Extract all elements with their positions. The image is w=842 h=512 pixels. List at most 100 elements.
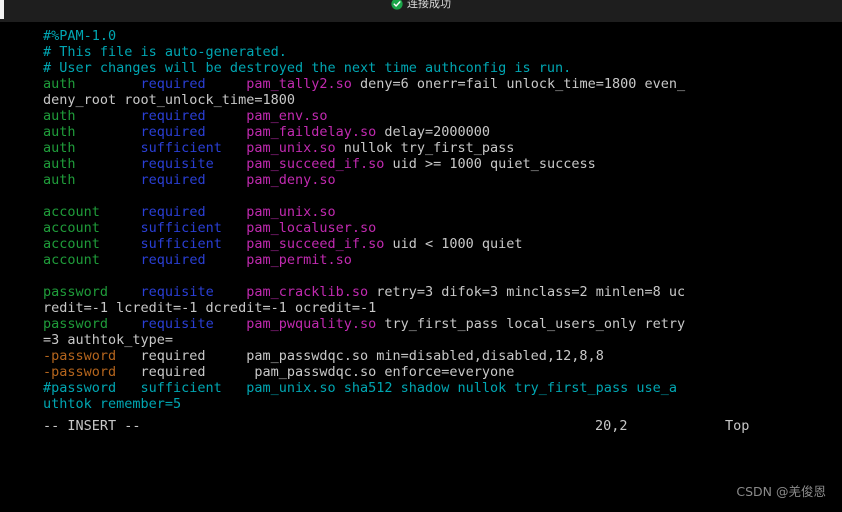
editor-line: #password sufficient pam_unix.so sha512 …	[43, 380, 677, 396]
editor-line: #%PAM-1.0	[43, 28, 116, 44]
text-span: # This file is auto-generated.	[43, 44, 287, 60]
editor-line: account required pam_unix.so	[43, 204, 336, 220]
vim-scroll-position: Top	[725, 418, 750, 434]
text-span: pam_localuser.so	[246, 220, 377, 236]
connection-status: 连接成功	[0, 0, 842, 13]
text-span: required pam_passwdqc.so min=disabled,di…	[116, 348, 604, 364]
text-span	[76, 108, 141, 124]
text-span: auth	[43, 140, 76, 156]
text-span	[222, 140, 246, 156]
text-span	[76, 156, 141, 172]
editor-wrapped-line: =3 authtok_type=	[43, 332, 173, 348]
text-span: -password	[43, 364, 117, 380]
text-span: required pam_passwdqc.so enforce=everyon…	[116, 364, 515, 380]
text-span	[214, 316, 247, 332]
text-span	[108, 316, 141, 332]
editor-line: password requisite pam_cracklib.so retry…	[43, 284, 685, 300]
text-span: pam_tally2.so	[246, 76, 352, 92]
text-span	[100, 220, 141, 236]
text-span: pam_cracklib.so	[246, 284, 369, 300]
text-span	[206, 172, 247, 188]
text-span: auth	[43, 172, 76, 188]
text-span	[214, 156, 247, 172]
text-span: deny_root root_unlock_time=1800	[43, 92, 295, 108]
text-span: pam_succeed_if.so	[246, 156, 385, 172]
text-span	[100, 252, 141, 268]
text-span	[206, 252, 247, 268]
text-span	[76, 140, 141, 156]
text-span: required	[140, 172, 206, 188]
text-span: nullok try_first_pass	[335, 140, 515, 156]
text-span	[76, 172, 141, 188]
editor-line: auth sufficient pam_unix.so nullok try_f…	[43, 140, 514, 156]
terminal-body[interactable]: #%PAM-1.0 # This file is auto-generated. #…	[0, 22, 842, 512]
editor-line: -password required pam_passwdqc.so enfor…	[43, 364, 514, 380]
editor-line: auth required pam_tally2.so deny=6 onerr…	[43, 76, 685, 92]
text-span	[76, 124, 141, 140]
text-span: uthtok remember=5	[43, 396, 182, 412]
text-span	[76, 76, 141, 92]
text-span: sufficient	[140, 236, 222, 252]
editor-wrapped-line: deny_root root_unlock_time=1800	[43, 92, 295, 108]
text-span: auth	[43, 108, 76, 124]
connection-status-label: 连接成功	[407, 0, 451, 10]
text-span: requisite	[140, 284, 214, 300]
editor-line: -password required pam_passwdqc.so min=d…	[43, 348, 604, 364]
editor-line: password requisite pam_pwquality.so try_…	[43, 316, 685, 332]
text-span: account	[43, 204, 100, 220]
editor-wrapped-line: redit=-1 lcredit=-1 dcredit=-1 ocredit=-…	[43, 300, 376, 316]
text-span: pam_unix.so	[246, 204, 336, 220]
text-span: #%PAM-1.0	[43, 28, 117, 44]
text-span: account	[43, 220, 100, 236]
text-span: required	[140, 124, 206, 140]
text-span: pam_unix.so	[246, 140, 336, 156]
text-span: pam_pwquality.so	[246, 316, 377, 332]
text-span: required	[140, 108, 206, 124]
text-span: =3 authtok_type=	[43, 332, 174, 348]
text-span	[206, 108, 247, 124]
text-span: pam_faildelay.so	[246, 124, 377, 140]
text-span: sufficient	[140, 220, 222, 236]
text-span: requisite	[140, 316, 214, 332]
text-span: delay=2000000	[376, 124, 491, 140]
text-span	[206, 76, 247, 92]
text-span	[100, 204, 141, 220]
text-span: pam_succeed_if.so	[246, 236, 385, 252]
watermark: CSDN @羌俊恩	[736, 484, 826, 499]
text-span: password	[43, 284, 109, 300]
text-span: password	[43, 316, 109, 332]
text-span	[206, 124, 247, 140]
text-span: uid >= 1000 quiet_success	[384, 156, 596, 172]
editor-line: auth requisite pam_succeed_if.so uid >= …	[43, 156, 596, 172]
vim-cursor-ruler: 20,2	[595, 418, 628, 434]
titlebar: 连接成功	[0, 0, 842, 22]
editor-line: account sufficient pam_localuser.so	[43, 220, 376, 236]
vim-mode-indicator: -- INSERT --	[43, 418, 141, 434]
editor-wrapped-line: uthtok remember=5	[43, 396, 181, 412]
text-span	[222, 236, 246, 252]
text-span: -password	[43, 348, 117, 364]
text-span: pam_deny.so	[246, 172, 336, 188]
text-span	[206, 204, 247, 220]
text-span: pam_permit.so	[246, 252, 352, 268]
editor-line: # This file is auto-generated.	[43, 44, 287, 60]
text-span: account	[43, 252, 100, 268]
editor-line: auth required pam_env.so	[43, 108, 328, 124]
text-span: sufficient	[140, 140, 222, 156]
text-span: auth	[43, 124, 76, 140]
editor-line: auth required pam_faildelay.so delay=200…	[43, 124, 490, 140]
text-span	[108, 284, 141, 300]
text-span: # User changes will be destroyed the nex…	[43, 60, 572, 76]
text-span: required	[140, 76, 206, 92]
editor-line: account sufficient pam_succeed_if.so uid…	[43, 236, 523, 252]
text-span	[214, 284, 247, 300]
text-span: retry=3 difok=3 minclass=2 minlen=8 uc	[368, 284, 686, 300]
text-span: required	[140, 252, 206, 268]
text-span	[100, 236, 141, 252]
text-span: account	[43, 236, 100, 252]
text-span: pam_env.so	[246, 108, 328, 124]
text-span: try_first_pass local_users_only retry	[376, 316, 686, 332]
text-span: deny=6 onerr=fail unlock_time=1800 even_	[351, 76, 686, 92]
editor-line: auth required pam_deny.so	[43, 172, 336, 188]
text-span: #password sufficient pam_unix.so sha512 …	[43, 380, 677, 396]
